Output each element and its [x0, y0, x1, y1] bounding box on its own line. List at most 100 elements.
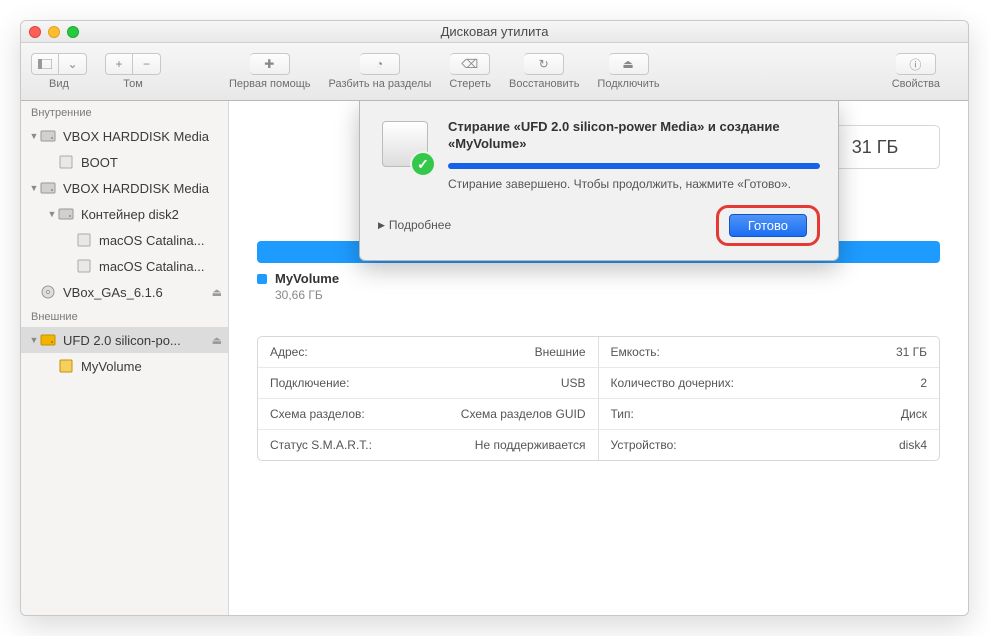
- sheet-disk-icon: ✓: [378, 119, 434, 175]
- volume-size: 30,66 ГБ: [275, 288, 968, 302]
- detail-row: Схема разделов:Схема разделов GUID: [258, 399, 598, 430]
- detail-row: Устройство:disk4: [599, 430, 940, 461]
- view-dropdown-button[interactable]: ⌄: [59, 53, 87, 75]
- volume-add-button[interactable]: +: [105, 53, 133, 75]
- restore-icon: ↻: [539, 57, 549, 71]
- eject-icon[interactable]: ⏏: [212, 334, 222, 347]
- pie-icon: ◔: [376, 57, 383, 71]
- toolbar-info-group: ⓘ Свойства: [892, 53, 940, 90]
- toolbar-mount-group: ⏏ Подключить: [597, 53, 659, 90]
- volume-name: MyVolume: [275, 271, 339, 286]
- sidebar-item[interactable]: BOOT: [21, 149, 228, 175]
- toolbar-info-label: Свойства: [892, 78, 940, 90]
- restore-button[interactable]: ↻: [524, 53, 564, 75]
- detail-value: 31 ГБ: [846, 337, 939, 368]
- disk-icon: [57, 153, 75, 171]
- disclosure-arrow-icon: ▼: [29, 335, 39, 345]
- details-table: Адрес:ВнешниеПодключение:USBСхема раздел…: [257, 336, 940, 461]
- disk-icon: [39, 331, 57, 349]
- details-disclosure[interactable]: ▶ Подробнее: [378, 218, 451, 232]
- sheet-progress-bar: [448, 163, 820, 169]
- info-icon: ⓘ: [909, 56, 921, 73]
- toolbar-erase-group: ⌫ Стереть: [449, 53, 491, 90]
- titlebar: Дисковая утилита: [21, 21, 968, 43]
- detail-value: USB: [414, 368, 598, 399]
- erase-icon: ⌫: [461, 57, 478, 71]
- sidebar: Внутренние ▼ VBOX HARDDISK Media BOOT ▼ VBOX…: [21, 101, 229, 615]
- sidebar-external-header: Внешние: [21, 305, 228, 327]
- disclosure-arrow-icon: ▼: [47, 209, 57, 219]
- detail-row: Подключение:USB: [258, 368, 598, 399]
- info-button[interactable]: ⓘ: [896, 53, 936, 75]
- detail-key: Тип:: [599, 399, 847, 430]
- main-panel: 31 ГБ MyVolume 30,66 ГБ Адрес:ВнешниеПод…: [229, 101, 968, 615]
- toolbar-view-label: Вид: [49, 78, 69, 90]
- sidebar-item[interactable]: MyVolume: [21, 353, 228, 379]
- toolbar-firstaid-group: ✚ Первая помощь: [229, 53, 311, 90]
- detail-row: Количество дочерних:2: [599, 368, 940, 399]
- sidebar-item[interactable]: ▼ VBOX HARDDISK Media: [21, 175, 228, 201]
- detail-value: Схема разделов GUID: [414, 399, 598, 430]
- detail-row: Тип:Диск: [599, 399, 940, 430]
- triangle-right-icon: ▶: [378, 220, 385, 231]
- partition-button[interactable]: ◔: [360, 53, 400, 75]
- toolbar-volume-label: Том: [123, 78, 143, 90]
- sidebar-item-label: macOS Catalina...: [99, 233, 222, 248]
- toolbar-restore-label: Восстановить: [509, 78, 579, 90]
- sidebar-internal-header: Внутренние: [21, 101, 228, 123]
- detail-row: Адрес:Внешние: [258, 337, 598, 368]
- toolbar-erase-label: Стереть: [449, 78, 491, 90]
- firstaid-button[interactable]: ✚: [250, 53, 290, 75]
- eject-icon[interactable]: ⏏: [212, 286, 222, 299]
- detail-value: Внешние: [414, 337, 598, 368]
- details-label: Подробнее: [389, 218, 451, 232]
- window-title: Дисковая утилита: [21, 24, 968, 39]
- disk-icon: [57, 357, 75, 375]
- sidebar-item-label: VBox_GAs_6.1.6: [63, 285, 212, 300]
- toolbar-partition-group: ◔ Разбить на разделы: [329, 53, 432, 90]
- toolbar-restore-group: ↻ Восстановить: [509, 53, 579, 90]
- sidebar-item-label: VBOX HARDDISK Media: [63, 181, 222, 196]
- sidebar-item[interactable]: ▼UFD 2.0 silicon-po...⏏: [21, 327, 228, 353]
- done-button-highlight: Готово: [716, 205, 820, 246]
- details-left: Адрес:ВнешниеПодключение:USBСхема раздел…: [258, 337, 599, 460]
- sidebar-item-label: VBOX HARDDISK Media: [63, 129, 222, 144]
- disk-icon: [75, 231, 93, 249]
- done-button[interactable]: Готово: [729, 214, 807, 237]
- volume-remove-button[interactable]: −: [133, 53, 161, 75]
- toolbar-firstaid-label: Первая помощь: [229, 78, 311, 90]
- detail-value: Диск: [846, 399, 939, 430]
- sidebar-item-label: macOS Catalina...: [99, 259, 222, 274]
- sidebar-item[interactable]: VBox_GAs_6.1.6⏏: [21, 279, 228, 305]
- detail-key: Адрес:: [258, 337, 414, 368]
- toolbar-partition-label: Разбить на разделы: [329, 78, 432, 90]
- sidebar-item[interactable]: ▼VBOX HARDDISK Media: [21, 123, 228, 149]
- sidebar-item-label: MyVolume: [81, 359, 222, 374]
- erase-button[interactable]: ⌫: [450, 53, 490, 75]
- sidebar-item[interactable]: ▼Контейнер disk2: [21, 201, 228, 227]
- detail-row: Статус S.M.A.R.T.:Не поддерживается: [258, 430, 598, 461]
- content-area: Внутренние ▼ VBOX HARDDISK Media BOOT ▼ VBOX…: [21, 101, 968, 615]
- app-window: Дисковая утилита ⌄ Вид + − Том ✚ Первая …: [20, 20, 969, 616]
- detail-key: Подключение:: [258, 368, 414, 399]
- sidebar-item[interactable]: macOS Catalina...: [21, 253, 228, 279]
- volume-color-dot: [257, 274, 267, 284]
- erase-complete-sheet: ✓ Стирание «UFD 2.0 silicon-power Media»…: [359, 101, 839, 261]
- disk-icon: [57, 205, 75, 223]
- detail-row: Емкость:31 ГБ: [599, 337, 940, 368]
- capacity-value: 31 ГБ: [852, 137, 899, 158]
- detail-value: disk4: [846, 430, 939, 461]
- stethoscope-icon: ✚: [264, 57, 274, 71]
- toolbar-mount-label: Подключить: [597, 78, 659, 90]
- checkmark-icon: ✓: [410, 151, 436, 177]
- volume-info: MyVolume: [257, 271, 940, 286]
- disclosure-arrow-icon: ▼: [29, 183, 39, 193]
- mount-button[interactable]: ⏏: [609, 53, 649, 75]
- view-sidebar-button[interactable]: [31, 53, 59, 75]
- detail-key: Схема разделов:: [258, 399, 414, 430]
- toolbar-volume-group: + − Том: [105, 53, 161, 90]
- toolbar: ⌄ Вид + − Том ✚ Первая помощь ◔ Разбить …: [21, 43, 968, 101]
- sheet-title: Стирание «UFD 2.0 silicon-power Media» и…: [448, 119, 820, 153]
- sidebar-item[interactable]: macOS Catalina...: [21, 227, 228, 253]
- disk-icon: [39, 179, 57, 197]
